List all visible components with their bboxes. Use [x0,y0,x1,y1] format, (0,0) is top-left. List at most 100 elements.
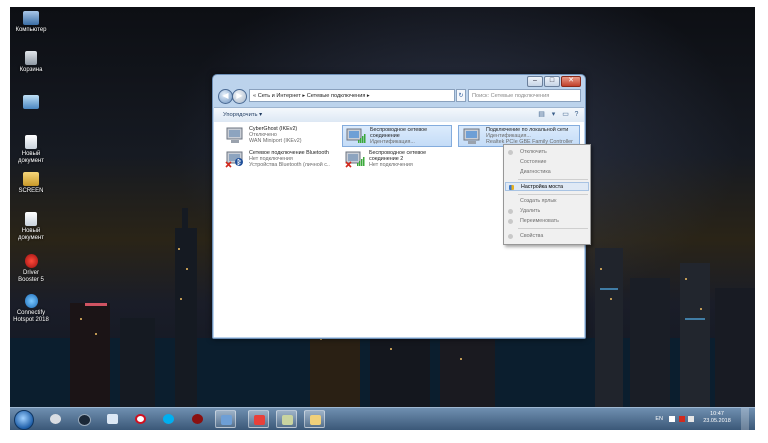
menu-item-label: Удалить [520,208,541,214]
menu-item-disable[interactable]: Отключить [505,148,589,157]
breadcrumb-network-internet[interactable]: Сеть и Интернет [258,93,301,99]
taskbar-media-player[interactable] [187,410,208,428]
connection-text: Сетевое подключение Bluetooth Нет подклю… [249,150,330,169]
notepad-icon [107,414,118,424]
connection-status: Нет подключения [369,162,413,169]
menu-item-bridge[interactable]: Настройка моста [505,182,589,191]
desktop-icon-screen[interactable]: SCREEN [12,172,50,195]
connection-bluetooth[interactable]: Сетевое подключение Bluetooth Нет подклю… [222,149,332,171]
taskbar-folder[interactable] [304,410,325,428]
folder-icon [310,415,321,425]
organize-menu-button[interactable]: Упорядочить ▾ [223,108,262,122]
view-dropdown-icon[interactable]: ▾ [549,111,558,119]
menu-item-create-shortcut[interactable]: Создать ярлык [505,197,589,206]
rename-icon [508,219,513,224]
explorer-icon [50,414,61,424]
menu-item-delete[interactable]: Удалить [505,207,589,216]
desktop-icon-computer[interactable]: Компьютер [12,11,50,34]
taskbar-steam[interactable] [73,410,94,428]
taskbar-skype[interactable] [158,410,179,428]
tray-arrow-icon[interactable] [669,416,675,422]
paint-icon [254,415,265,425]
system-tray: EN 10:47 23.05.2018 [641,408,751,430]
desktop-icon-label: SCREEN [18,188,44,194]
taskbar-notepad[interactable] [102,410,123,428]
search-input[interactable]: Поиск: Сетевые подключения [468,89,581,102]
refresh-icon[interactable]: ↻ [456,89,466,102]
taskbar-network-center[interactable] [215,410,236,428]
connection-device: Идентификация... [370,139,415,146]
menu-item-properties[interactable]: Свойства [505,232,589,241]
screen-folder-icon [23,172,39,186]
folder-icon [23,95,39,109]
address-overflow-icon[interactable]: « [253,93,256,99]
properties-icon [508,234,513,239]
connection-text: CyberGhost (IKEv2) Отключено WAN Minipor… [249,126,330,145]
desktop-icon-folder[interactable] [12,95,50,111]
change-view-icon[interactable]: ▤ [537,111,546,119]
desktop-icon-label: Новый документ [18,151,44,164]
delete-icon [508,209,513,214]
menu-separator [518,179,588,180]
start-button[interactable] [14,410,34,430]
network-warning-icon[interactable] [679,416,685,422]
driver-booster-icon [24,254,38,268]
preview-pane-icon[interactable]: ▭ [561,111,570,119]
address-bar[interactable]: « Сеть и Интернет ▸ Сетевые подключения … [249,89,455,102]
menu-item-status[interactable]: Состояние [505,158,589,167]
connection-text: Беспроводное сетевое соединение 2 Нет по… [369,150,450,169]
bluetooth-adapter-icon [225,151,243,168]
show-desktop-button[interactable] [741,408,749,430]
ethernet-adapter-icon [463,128,480,144]
back-button[interactable]: ◀ [218,89,233,104]
desktop-icon-label: Корзина [19,67,43,73]
connection-wireless[interactable]: Беспроводное сетевое соединение Идентифи… [342,125,452,147]
clock[interactable]: 10:47 23.05.2018 [697,411,737,425]
desktop-icon-recycle-bin[interactable]: Корзина [12,51,50,74]
menu-item-label: Свойства [520,233,544,239]
context-menu: Отключить Состояние Диагностика Настройк… [503,144,591,245]
taskbar-settings[interactable] [276,410,297,428]
maximize-button[interactable]: □ [544,76,560,87]
media-player-icon [192,414,203,424]
close-button[interactable]: ✕ [561,76,581,87]
opera-icon [135,414,146,424]
menu-item-label: Создать ярлык [520,198,557,204]
desktop-icon-driver-booster[interactable]: Driver Booster 5 [12,254,50,284]
desktop-icon-connectify[interactable]: Connectify Hotspot 2018 [12,294,50,324]
breadcrumb-separator-icon[interactable]: ▸ [302,93,305,99]
desktop-icon-label: Компьютер [15,27,47,33]
recycle-bin-icon [25,51,37,65]
desktop-icon-label: Driver Booster 5 [18,270,44,283]
breadcrumb-separator-icon[interactable]: ▸ [367,93,370,99]
minimize-button[interactable]: – [527,76,543,87]
connection-cyberghost[interactable]: CyberGhost (IKEv2) Отключено WAN Minipor… [222,125,332,147]
connection-wireless-2[interactable]: Беспроводное сетевое соединение 2 Нет по… [342,149,452,171]
connection-text: Подключение по локальной сети Идентифика… [486,127,577,146]
wireless-adapter-icon [346,128,366,143]
uac-shield-icon [509,185,514,190]
document-icon [25,135,37,149]
taskbar: EN 10:47 23.05.2018 [10,407,755,430]
menu-item-label: Отключить [520,149,547,155]
forward-button[interactable]: ▶ [232,89,247,104]
desktop-icon-label: Connectify Hotspot 2018 [13,310,49,323]
desktop-screen: Компьютер Корзина Новый документ SCREEN … [10,7,755,430]
help-icon[interactable]: ? [572,111,581,119]
desktop-icon-document[interactable]: Новый документ [12,135,50,165]
menu-item-label: Настройка моста [521,184,564,190]
taskbar-paint[interactable] [248,410,269,428]
taskbar-opera[interactable] [130,410,151,428]
breadcrumb-network-connections[interactable]: Сетевые подключения [307,93,366,99]
menu-item-rename[interactable]: Переименовать [505,217,589,226]
language-indicator[interactable]: EN [655,416,663,422]
menu-item-diagnostics[interactable]: Диагностика [505,168,589,177]
menu-separator [518,194,588,195]
taskbar-explorer[interactable] [45,410,66,428]
connection-device: Устройства Bluetooth (личной с... [249,162,330,169]
document-icon [25,212,37,226]
volume-icon[interactable] [688,416,694,422]
connection-name: Беспроводное сетевое соединение 2 [369,150,427,163]
desktop-icon-document-2[interactable]: Новый документ [12,212,50,242]
clock-time: 10:47 [710,411,724,417]
